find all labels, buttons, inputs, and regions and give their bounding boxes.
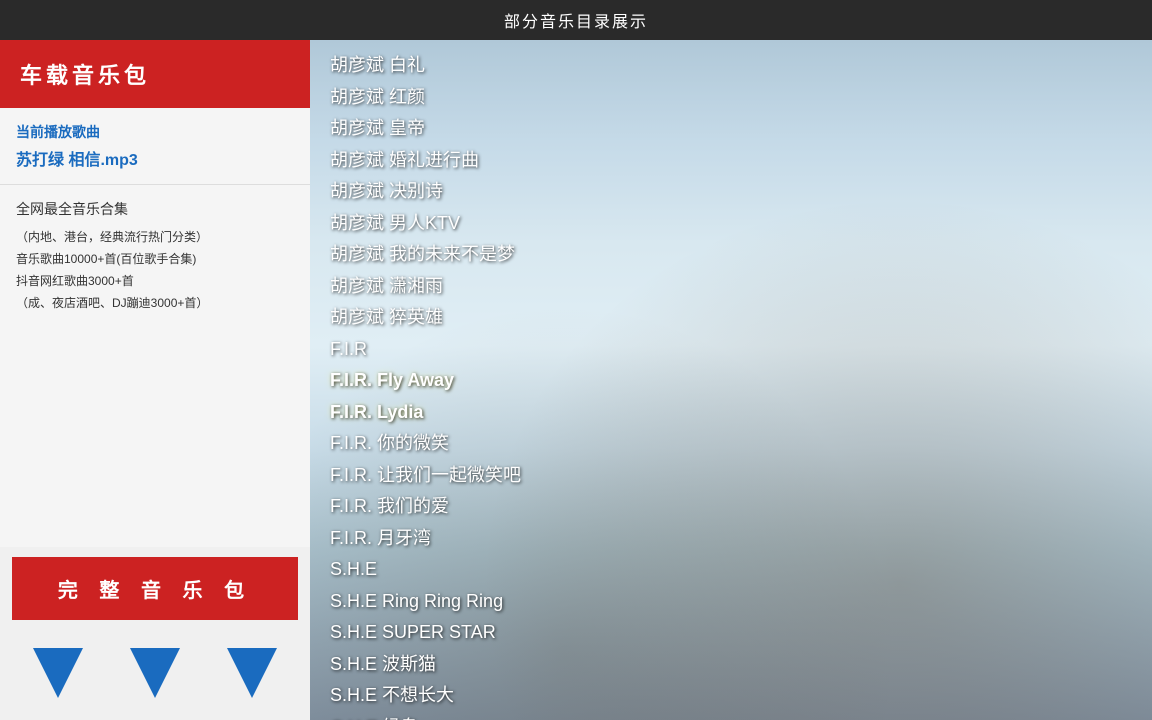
app-title: 车载音乐包	[0, 40, 310, 108]
music-list-item: S.H.E 候鸟	[330, 712, 1132, 720]
music-list-item: 胡彦斌 白礼	[330, 50, 1132, 82]
now-playing-section: 当前播放歌曲 苏打绿 相信.mp3	[0, 108, 310, 185]
music-list-item: S.H.E Ring Ring Ring	[330, 586, 1132, 618]
music-list-item: 胡彦斌 红颜	[330, 82, 1132, 114]
cta-button[interactable]: 完 整 音 乐 包	[12, 557, 298, 620]
music-list-item: 胡彦斌 猝英雄	[330, 302, 1132, 334]
arrow-down-3[interactable]	[217, 638, 287, 708]
music-list-item: S.H.E	[330, 554, 1132, 586]
music-list-item: 胡彦斌 潇湘雨	[330, 271, 1132, 303]
sidebar: 车载音乐包 当前播放歌曲 苏打绿 相信.mp3 全网最全音乐合集 （内地、港台，…	[0, 40, 310, 720]
music-list-item: F.I.R. Lydia	[330, 397, 1132, 429]
music-list: 胡彦斌 白礼胡彦斌 红颜胡彦斌 皇帝胡彦斌 婚礼进行曲胡彦斌 决别诗胡彦斌 男人…	[310, 40, 1152, 720]
music-list-item: F.I.R. 你的微笑	[330, 428, 1132, 460]
arrow-down-2[interactable]	[120, 638, 190, 708]
music-list-item: 胡彦斌 决别诗	[330, 176, 1132, 208]
music-list-item: F.I.R. 让我们一起微笑吧	[330, 460, 1132, 492]
now-playing-song: 苏打绿 相信.mp3	[16, 146, 294, 170]
music-list-item: F.I.R	[330, 334, 1132, 366]
music-list-item: S.H.E 波斯猫	[330, 649, 1132, 681]
main-content: 车载音乐包 当前播放歌曲 苏打绿 相信.mp3 全网最全音乐合集 （内地、港台，…	[0, 40, 1152, 720]
description-section: 全网最全音乐合集 （内地、港台，经典流行热门分类） 音乐歌曲10000+首(百位…	[0, 185, 310, 547]
music-list-item: 胡彦斌 婚礼进行曲	[330, 145, 1132, 177]
now-playing-label: 当前播放歌曲	[16, 122, 294, 142]
header-bar: 部分音乐目录展示	[0, 0, 1152, 40]
music-list-item: 胡彦斌 我的未来不是梦	[330, 239, 1132, 271]
header-title: 部分音乐目录展示	[504, 8, 648, 32]
arrow-down-1[interactable]	[23, 638, 93, 708]
music-list-item: 胡彦斌 皇帝	[330, 113, 1132, 145]
music-list-item: F.I.R. Fly Away	[330, 365, 1132, 397]
music-list-item: S.H.E 不想长大	[330, 680, 1132, 712]
desc-item-3: 抖音网红歌曲3000+首	[16, 272, 294, 290]
arrows-row	[0, 630, 310, 720]
desc-main: 全网最全音乐合集	[16, 199, 294, 220]
desc-item-1: （内地、港台，经典流行热门分类）	[16, 228, 294, 246]
music-list-item: 胡彦斌 男人KTV	[330, 208, 1132, 240]
music-list-item: F.I.R. 月牙湾	[330, 523, 1132, 555]
music-list-item: F.I.R. 我们的爱	[330, 491, 1132, 523]
desc-item-2: 音乐歌曲10000+首(百位歌手合集)	[16, 250, 294, 268]
music-list-item: S.H.E SUPER STAR	[330, 617, 1132, 649]
right-panel: 胡彦斌 白礼胡彦斌 红颜胡彦斌 皇帝胡彦斌 婚礼进行曲胡彦斌 决别诗胡彦斌 男人…	[310, 40, 1152, 720]
desc-item-4: （成、夜店酒吧、DJ蹦迪3000+首）	[16, 294, 294, 312]
